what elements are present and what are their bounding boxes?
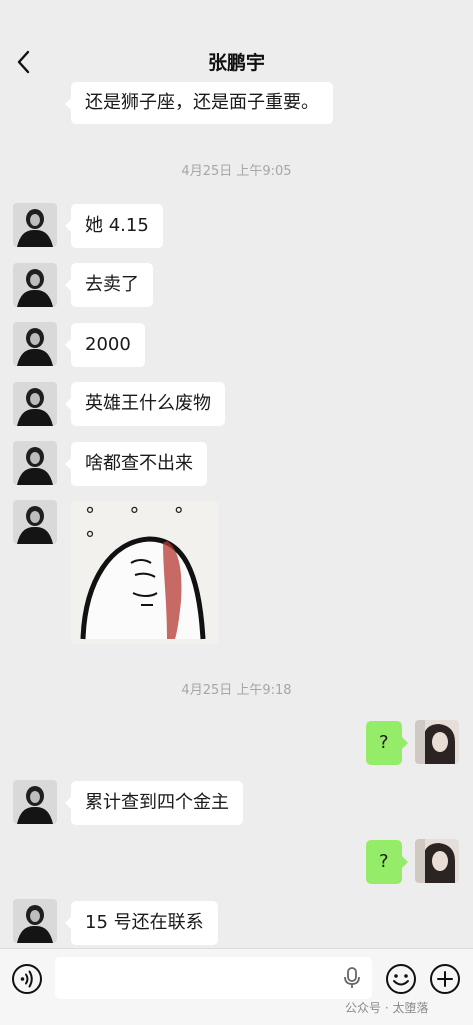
message-bubble[interactable]: 英雄王什么废物	[65, 382, 225, 426]
chat-title: 张鹏宇	[207, 52, 265, 74]
avatar[interactable]	[13, 322, 57, 366]
avatar[interactable]	[13, 203, 57, 247]
mic-icon[interactable]	[342, 967, 362, 989]
avatar[interactable]	[13, 500, 57, 544]
avatar[interactable]	[13, 441, 57, 485]
input-bar: 公众号 · 太堕落	[0, 948, 473, 1025]
message-bubble[interactable]: 去卖了	[65, 263, 153, 307]
sticker-image[interactable]: ° ° ° °	[71, 501, 218, 644]
message-bubble[interactable]: 啥都查不出来	[65, 442, 207, 486]
avatar[interactable]	[13, 780, 57, 824]
timestamp: 4月25日 上午9:05	[181, 164, 292, 179]
avatar[interactable]	[13, 899, 57, 943]
message-bubble[interactable]: 15 号还在联系	[65, 901, 218, 945]
avatar-self[interactable]	[415, 720, 459, 764]
message-bubble[interactable]: 还是狮子座，还是面子重要。	[65, 82, 333, 124]
timestamp: 4月25日 上午9:18	[181, 683, 292, 698]
message-bubble-self[interactable]: ?	[366, 721, 408, 765]
message-list[interactable]: 还是狮子座，还是面子重要。 4月25日 上午9:05 她 4.15 去卖了 20…	[0, 0, 473, 948]
message-bubble[interactable]: 她 4.15	[65, 204, 163, 248]
avatar-self[interactable]	[415, 839, 459, 883]
voice-icon[interactable]	[11, 963, 43, 995]
emoji-icon[interactable]	[385, 963, 417, 995]
message-bubble[interactable]: 2000	[65, 323, 145, 367]
message-input[interactable]	[55, 957, 372, 999]
avatar[interactable]	[13, 382, 57, 426]
watermark: 公众号 · 太堕落	[345, 1001, 429, 1015]
message-bubble[interactable]: 累计查到四个金主	[65, 781, 243, 825]
plus-icon[interactable]	[429, 963, 461, 995]
chat-header: 张鹏宇	[0, 0, 473, 78]
sticker-dots: ° ° ° °	[85, 503, 198, 551]
avatar[interactable]	[13, 263, 57, 307]
message-bubble-self[interactable]: ?	[366, 840, 408, 884]
